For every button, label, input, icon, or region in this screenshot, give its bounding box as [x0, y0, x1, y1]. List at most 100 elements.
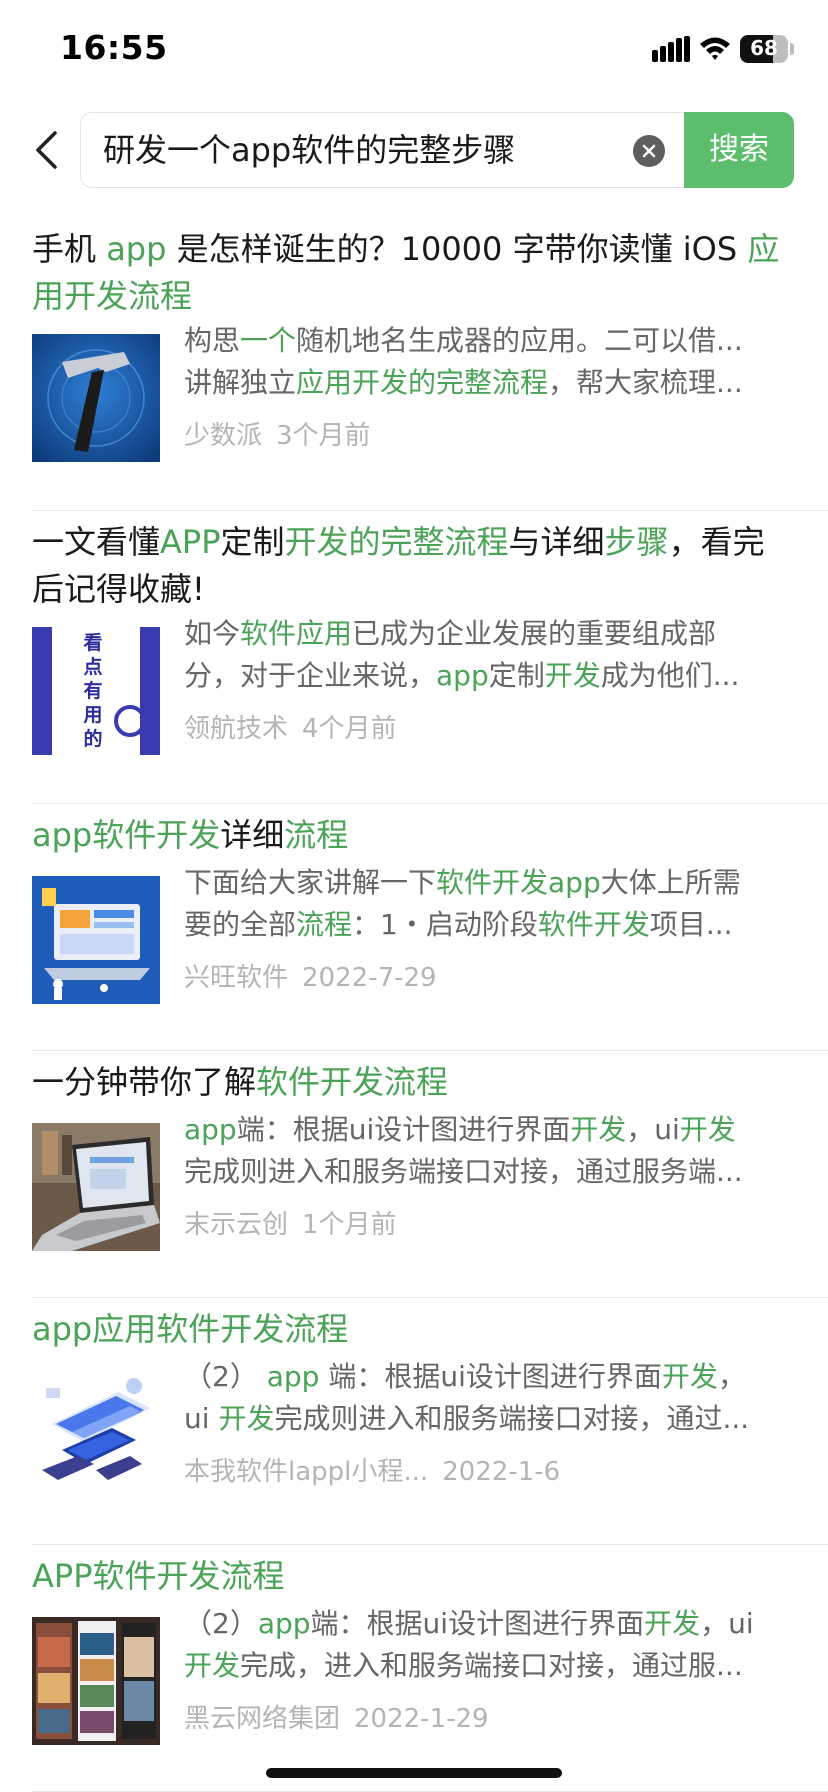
- result-source: 领航技术: [184, 714, 289, 744]
- result-date: 1个月前: [302, 1210, 397, 1240]
- result-thumbnail: [32, 1617, 160, 1745]
- result-snippet: 构思一个随机地名生成器的应用。二可以借... 讲解独立应用开发的完整流程，帮大家梳…: [184, 320, 824, 404]
- keyword-highlight: 软件开发app: [436, 866, 601, 899]
- text-span: 端：根据ui设计图进行界面: [310, 1607, 645, 1640]
- keyword-highlight: 一个: [240, 324, 297, 357]
- text-span: （2）: [184, 1607, 258, 1640]
- result-snippet: （2）app端：根据ui设计图进行界面开发，ui 开发完成，进入和服务端接口对接，…: [184, 1603, 824, 1687]
- clear-search-button[interactable]: [633, 135, 665, 167]
- keyword-highlight: 开发: [184, 1649, 241, 1682]
- snippet-line: app端：根据ui设计图进行界面开发，ui开发: [184, 1109, 824, 1151]
- keyword-highlight: 开发: [644, 1607, 701, 1640]
- result-thumbnail: [32, 1370, 160, 1498]
- text-span: 下面给大家讲解一下: [184, 866, 437, 899]
- result-title[interactable]: 一分钟带你了解软件开发流程: [32, 1059, 792, 1106]
- result-date: 2022-7-29: [302, 963, 437, 993]
- text-span: ，: [717, 1360, 746, 1393]
- keyword-highlight: app: [257, 1607, 311, 1640]
- keyword-highlight: APP软件开发流程: [32, 1557, 285, 1595]
- poster-char: 看: [83, 632, 103, 654]
- result-thumbnail: [32, 334, 160, 462]
- result-date: 3个月前: [276, 421, 371, 451]
- result-meta: 末示云创 1个月前: [184, 1204, 397, 1241]
- keyword-highlight: app: [266, 1360, 320, 1393]
- poster-char: 的: [83, 728, 103, 750]
- snippet-line: ui 开发完成则进入和服务端接口对接，通过...: [184, 1398, 824, 1440]
- keyword-highlight: 开发: [218, 1402, 275, 1435]
- text-span: 随机地名生成器的应用。二可以借...: [296, 324, 743, 357]
- text-span: 要的全部: [184, 908, 297, 941]
- result-title[interactable]: 一文看懂APP定制开发的完整流程与详细步骤，看完后记得收藏!: [32, 519, 792, 613]
- text-span: 定制: [488, 659, 545, 692]
- snippet-line: 讲解独立应用开发的完整流程，帮大家梳理...: [184, 362, 824, 404]
- keyword-highlight: 开发的完整流程: [284, 523, 509, 561]
- snippet-line: （2）app端：根据ui设计图进行界面开发，ui: [184, 1603, 824, 1645]
- poster-text: 看点有用的: [78, 631, 108, 751]
- result-source: 末示云创: [184, 1210, 289, 1240]
- snippet-line: 下面给大家讲解一下软件开发app大体上所需: [184, 862, 824, 904]
- keyword-highlight: 流程: [284, 816, 349, 854]
- keyword-highlight: 软件应用: [240, 617, 353, 650]
- text-span: ，ui: [626, 1113, 680, 1146]
- search-button[interactable]: 搜索: [684, 112, 794, 188]
- result-meta: 本我软件lappl小程... 2022-1-6: [184, 1451, 560, 1488]
- result-meta: 兴旺软件 2022-7-29: [184, 957, 437, 994]
- result-item[interactable]: app软件开发详细流程 下面给大家讲解一下软件开发app大体上所需 要的全部流程：…: [32, 804, 828, 1051]
- result-title[interactable]: APP软件开发流程: [32, 1553, 792, 1600]
- result-source: 少数派: [184, 421, 263, 451]
- text-span: 分，对于企业来说，: [184, 659, 437, 692]
- text-span: 已成为企业发展的重要组成部: [352, 617, 717, 650]
- result-item[interactable]: 一分钟带你了解软件开发流程 app端：根据ui设计图进行界面开发，ui开发完成则…: [32, 1051, 828, 1298]
- result-date: 2022-1-6: [442, 1457, 561, 1487]
- result-title[interactable]: app应用软件开发流程: [32, 1306, 792, 1353]
- result-title[interactable]: 手机 app 是怎样诞生的？10000 字带你读懂 iOS 应用开发流程: [32, 226, 792, 320]
- result-thumbnail: [32, 1123, 160, 1251]
- result-item[interactable]: 一文看懂APP定制开发的完整流程与详细步骤，看完后记得收藏! 看点有用的 如今软…: [32, 511, 828, 804]
- keyword-highlight: 开发: [661, 1360, 718, 1393]
- chevron-left-icon: [36, 131, 57, 169]
- keyword-highlight: 应用开发的完整流程: [296, 366, 549, 399]
- text-span: 是怎样诞生的？10000 字带你读懂 iOS: [166, 230, 748, 268]
- snippet-line: （2） app 端：根据ui设计图进行界面开发，: [184, 1356, 824, 1398]
- search-input[interactable]: [103, 113, 623, 187]
- result-source: 兴旺软件: [184, 963, 289, 993]
- result-meta: 黑云网络集团 2022-1-29: [184, 1698, 489, 1735]
- text-span: ui: [184, 1402, 219, 1435]
- result-snippet: 下面给大家讲解一下软件开发app大体上所需 要的全部流程：1・启动阶段软件开发项目…: [184, 862, 824, 946]
- result-thumbnail: 看点有用的: [32, 627, 160, 755]
- status-bar: 16:55 68: [0, 0, 828, 96]
- text-span: ：1・启动阶段: [352, 908, 538, 941]
- keyword-highlight: 步骤: [604, 523, 669, 561]
- keyword-highlight: 软件开发: [537, 908, 650, 941]
- result-item[interactable]: 手机 app 是怎样诞生的？10000 字带你读懂 iOS 应用开发流程 构思一…: [32, 218, 828, 511]
- text-span: 完成则进入和服务端接口对接，通过服务端...: [184, 1155, 743, 1188]
- text-span: 与详细: [508, 523, 605, 561]
- close-icon: [642, 144, 656, 158]
- search-box: [80, 112, 692, 188]
- battery-percent: 68: [750, 36, 778, 60]
- text-span: 完成则进入和服务端接口对接，通过...: [274, 1402, 750, 1435]
- text-span: 端：根据ui设计图进行界面: [236, 1113, 571, 1146]
- battery-tip: [790, 43, 794, 55]
- result-thumbnail: [32, 876, 160, 1004]
- result-snippet: app端：根据ui设计图进行界面开发，ui开发完成则进入和服务端接口对接，通过服…: [184, 1109, 824, 1193]
- cellular-signal-icon: [652, 36, 690, 62]
- keyword-highlight: app: [184, 1113, 237, 1146]
- text-span: （2）: [184, 1360, 267, 1393]
- snippet-line: 完成则进入和服务端接口对接，通过服务端...: [184, 1151, 824, 1193]
- poster-char: 有: [83, 680, 103, 702]
- poster-char: 用: [83, 704, 103, 726]
- result-item[interactable]: APP软件开发流程 （2）app端：根据ui设计图进行界面开发，ui 开发完成，进…: [32, 1545, 828, 1792]
- text-span: 完成，进入和服务端接口对接，通过服...: [240, 1649, 743, 1682]
- text-span: 详细: [220, 816, 285, 854]
- result-item[interactable]: app应用软件开发流程 （2） app 端：根据ui设计图进行界面开发， ui 开…: [32, 1298, 828, 1545]
- back-button[interactable]: [18, 108, 74, 192]
- snippet-line: 如今软件应用已成为企业发展的重要组成部: [184, 613, 824, 655]
- result-date: 2022-1-29: [354, 1704, 489, 1734]
- text-span: 讲解独立: [184, 366, 297, 399]
- keyword-highlight: 流程: [296, 908, 353, 941]
- result-title[interactable]: app软件开发详细流程: [32, 812, 792, 859]
- snippet-line: 构思一个随机地名生成器的应用。二可以借...: [184, 320, 824, 362]
- snippet-line: 分，对于企业来说，app定制开发成为他们...: [184, 655, 824, 697]
- keyword-highlight: APP: [160, 523, 221, 561]
